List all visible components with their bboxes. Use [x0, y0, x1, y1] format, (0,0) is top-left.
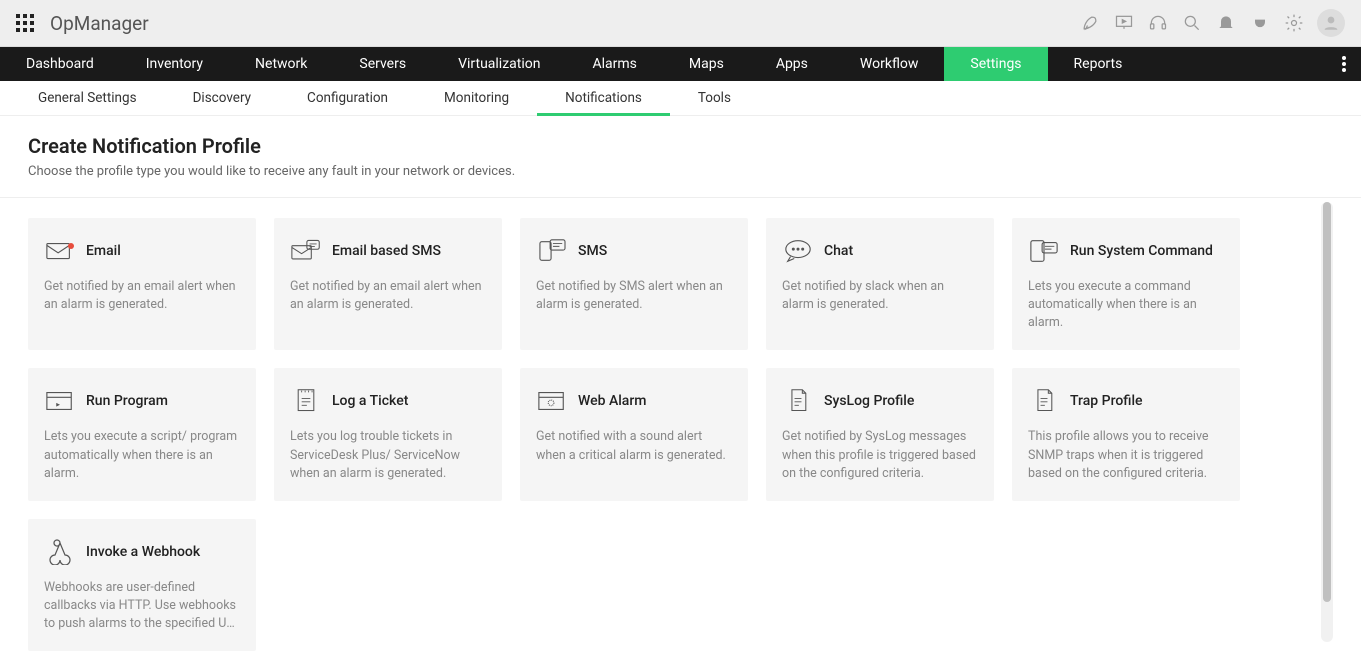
- card-desc: Get notified by SysLog messages when thi…: [782, 428, 978, 482]
- nav-servers[interactable]: Servers: [333, 47, 432, 81]
- card-desc: Lets you execute a script/ program autom…: [44, 428, 240, 482]
- card-desc: Get notified with a sound alert when a c…: [536, 428, 732, 464]
- subnav-monitoring[interactable]: Monitoring: [416, 81, 537, 115]
- card-web-alarm[interactable]: Web Alarm Get notified with a sound alert…: [520, 368, 748, 500]
- profile-cards-grid: Email Get notified by an email alert when…: [28, 218, 1313, 651]
- search-icon[interactable]: [1175, 13, 1209, 33]
- card-title: Run Program: [86, 393, 168, 409]
- card-desc: Lets you log trouble tickets in ServiceD…: [290, 428, 486, 482]
- nav-main: DashboardInventoryNetworkServersVirtuali…: [0, 47, 1361, 81]
- syslog-icon: [782, 388, 814, 414]
- nav-alarms[interactable]: Alarms: [566, 47, 662, 81]
- scrollbar-thumb[interactable]: [1323, 202, 1331, 602]
- card-title: Chat: [824, 243, 853, 259]
- nav-dashboard[interactable]: Dashboard: [0, 47, 120, 81]
- topbar: OpManager: [0, 0, 1361, 47]
- card-trap-profile[interactable]: Trap Profile This profile allows you to r…: [1012, 368, 1240, 500]
- subnav-notifications[interactable]: Notifications: [537, 81, 670, 115]
- card-desc: Get notified by an email alert when an a…: [44, 278, 240, 314]
- card-title: SysLog Profile: [824, 393, 914, 409]
- run-icon: [44, 388, 76, 414]
- card-title: Log a Ticket: [332, 393, 408, 409]
- webhook-icon: [44, 539, 76, 565]
- card-title: Web Alarm: [578, 393, 647, 409]
- card-run-system-command[interactable]: Run System Command Lets you execute a com…: [1012, 218, 1240, 350]
- card-email-based-sms[interactable]: Email based SMS Get notified by an email …: [274, 218, 502, 350]
- nav-sub: General SettingsDiscoveryConfigurationMo…: [0, 81, 1361, 116]
- card-log-a-ticket[interactable]: Log a Ticket Lets you log trouble tickets…: [274, 368, 502, 500]
- card-title: Invoke a Webhook: [86, 544, 200, 560]
- nav-workflow[interactable]: Workflow: [834, 47, 945, 81]
- card-invoke-a-webhook[interactable]: Invoke a Webhook Webhooks are user-define…: [28, 519, 256, 651]
- headset-icon[interactable]: [1141, 13, 1175, 33]
- nav-inventory[interactable]: Inventory: [120, 47, 229, 81]
- card-syslog-profile[interactable]: SysLog Profile Get notified by SysLog mes…: [766, 368, 994, 500]
- subnav-general-settings[interactable]: General Settings: [10, 81, 165, 115]
- subnav-configuration[interactable]: Configuration: [279, 81, 416, 115]
- page-header: Create Notification Profile Choose the p…: [0, 116, 1361, 198]
- card-desc: Lets you execute a command automatically…: [1028, 278, 1224, 332]
- card-title: Trap Profile: [1070, 393, 1143, 409]
- card-email[interactable]: Email Get notified by an email alert when…: [28, 218, 256, 350]
- subnav-tools[interactable]: Tools: [670, 81, 759, 115]
- nav-maps[interactable]: Maps: [663, 47, 750, 81]
- subnav-discovery[interactable]: Discovery: [165, 81, 279, 115]
- presentation-icon[interactable]: [1107, 13, 1141, 33]
- scrollbar[interactable]: [1321, 202, 1333, 642]
- card-title: Email: [86, 243, 121, 259]
- sms-icon: [536, 238, 568, 264]
- chat-icon: [782, 238, 814, 264]
- apps-grid-icon[interactable]: [16, 14, 34, 32]
- card-title: SMS: [578, 243, 607, 259]
- nav-settings[interactable]: Settings: [944, 47, 1047, 81]
- rocket-icon[interactable]: [1073, 13, 1107, 33]
- card-sms[interactable]: SMS Get notified by SMS alert when an ala…: [520, 218, 748, 350]
- gear-icon[interactable]: [1277, 13, 1311, 33]
- mail-icon: [44, 238, 76, 264]
- page-title: Create Notification Profile: [28, 134, 1333, 158]
- nav-overflow-icon[interactable]: [1327, 47, 1361, 81]
- ticket-icon: [290, 388, 322, 414]
- trap-icon: [1028, 388, 1060, 414]
- mailsms-icon: [290, 238, 322, 264]
- card-desc: This profile allows you to receive SNMP …: [1028, 428, 1224, 482]
- cmd-icon: [1028, 238, 1060, 264]
- nav-network[interactable]: Network: [229, 47, 333, 81]
- card-title: Run System Command: [1070, 243, 1213, 259]
- plug-icon[interactable]: [1243, 13, 1277, 33]
- card-desc: Get notified by an email alert when an a…: [290, 278, 486, 314]
- card-desc: Get notified by SMS alert when an alarm …: [536, 278, 732, 314]
- card-desc: Webhooks are user-defined callbacks via …: [44, 579, 240, 633]
- page-subtitle: Choose the profile type you would like t…: [28, 164, 1333, 179]
- nav-apps[interactable]: Apps: [750, 47, 834, 81]
- web-icon: [536, 388, 568, 414]
- nav-reports[interactable]: Reports: [1048, 47, 1149, 81]
- card-title: Email based SMS: [332, 243, 441, 259]
- avatar[interactable]: [1317, 9, 1345, 37]
- brand: OpManager: [50, 12, 149, 35]
- card-chat[interactable]: Chat Get notified by slack when an alarm …: [766, 218, 994, 350]
- nav-virtualization[interactable]: Virtualization: [432, 47, 566, 81]
- bell-icon[interactable]: [1209, 13, 1243, 33]
- card-run-program[interactable]: Run Program Lets you execute a script/ pr…: [28, 368, 256, 500]
- card-desc: Get notified by slack when an alarm is g…: [782, 278, 978, 314]
